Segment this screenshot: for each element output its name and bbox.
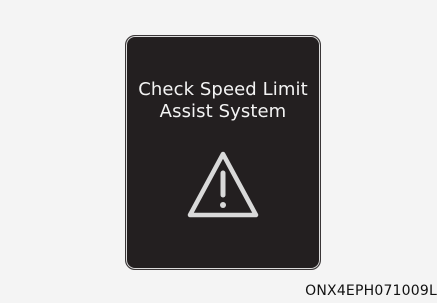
warning-triangle-icon (185, 148, 261, 222)
warning-message-line-1: Check Speed Limit (138, 79, 308, 100)
figure-code: ONX4EPH071009L (305, 283, 437, 299)
cluster-display: Check Speed Limit Assist System (125, 35, 321, 270)
figure-panel: Check Speed Limit Assist System ONX4EPH0… (0, 0, 437, 303)
warning-message-line-2: Assist System (159, 101, 287, 122)
warning-message: Check Speed Limit Assist System (126, 79, 320, 123)
